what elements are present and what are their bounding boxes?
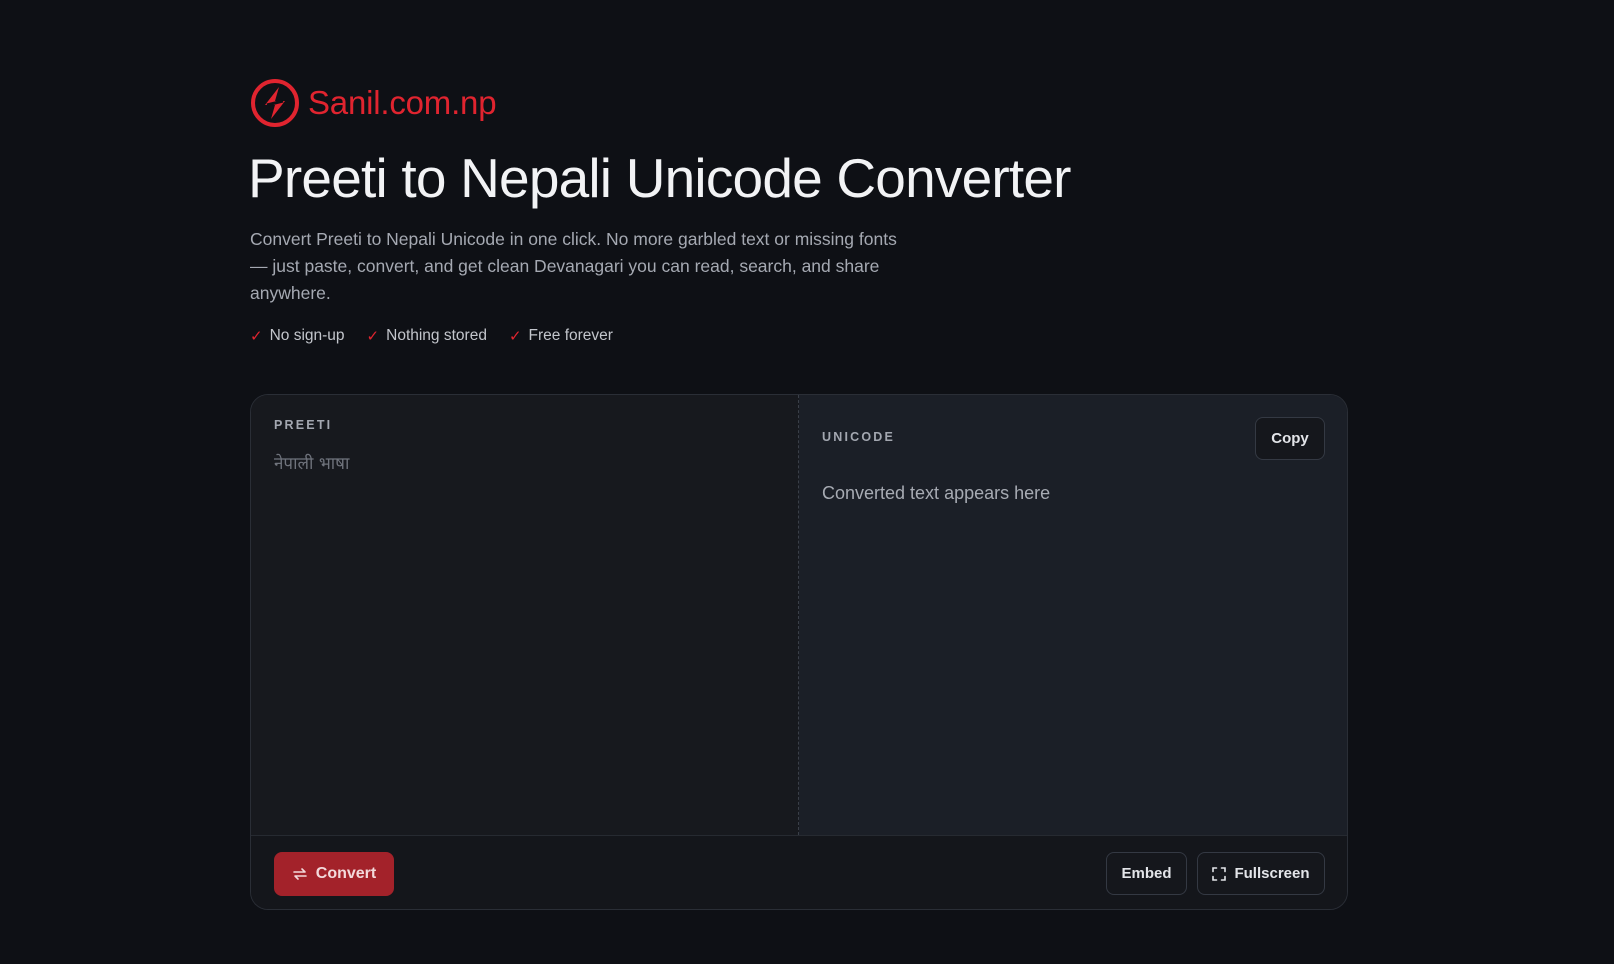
converter-panes: PREETI UNICODE Copy Converted text appea… [251,395,1347,835]
fullscreen-button[interactable]: Fullscreen [1197,852,1325,895]
feature-list: ✓ No sign-up ✓ Nothing stored ✓ Free for… [250,327,613,345]
fullscreen-icon [1212,866,1227,881]
copy-button[interactable]: Copy [1255,417,1325,460]
convert-button-label: Convert [315,865,377,882]
check-icon: ✓ [508,328,522,345]
page-title: Preeti to Nepali Unicode Converter [248,147,1071,209]
embed-button[interactable]: Embed [1106,852,1187,895]
fullscreen-button-label: Fullscreen [1234,865,1310,882]
convert-button[interactable]: Convert [274,852,394,896]
lightning-logo-icon [251,79,299,127]
feature-label: No sign-up [269,327,345,344]
feature-label: Free forever [528,327,613,344]
preeti-pane: PREETI [251,395,799,835]
swap-icon [292,868,307,880]
unicode-label: UNICODE [822,430,896,444]
embed-button-label: Embed [1121,865,1172,882]
brand[interactable]: Sanil.com.np [250,78,497,128]
check-icon: ✓ [366,328,380,345]
feature-label: Nothing stored [386,327,487,344]
brand-name: Sanil.com.np [308,84,497,121]
preeti-input[interactable] [274,451,774,811]
feature-item: ✓ Nothing stored [367,327,487,345]
preeti-label: PREETI [274,418,333,432]
page: Sanil.com.np Preeti to Nepali Unicode Co… [0,0,1614,964]
feature-item: ✓ No sign-up [250,327,345,345]
converter-footer: Convert Embed Fullscreen [251,835,1347,909]
unicode-pane: UNICODE Copy Converted text appears here [799,395,1347,835]
copy-button-label: Copy [1271,430,1309,447]
feature-item: ✓ Free forever [509,327,613,345]
converter-card: PREETI UNICODE Copy Converted text appea… [250,394,1348,910]
unicode-output: Converted text appears here [822,483,1051,503]
page-description: Convert Preeti to Nepali Unicode in one … [250,229,897,303]
check-icon: ✓ [250,328,263,345]
